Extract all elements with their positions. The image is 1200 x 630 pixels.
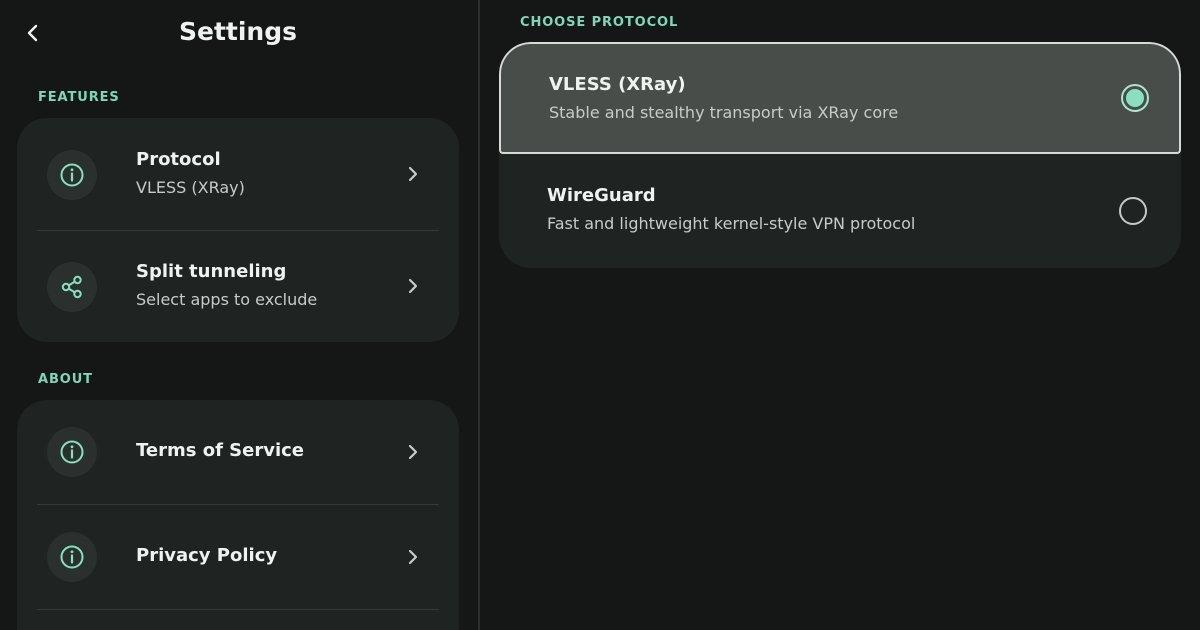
split-tunneling-subtitle: Select apps to exclude [136,290,318,309]
about-card: Terms of Service Privacy Policy [17,400,459,630]
privacy-policy-title: Privacy Policy [136,545,278,566]
terms-of-service-row[interactable]: Terms of Service [17,400,459,504]
chevron-right-icon [403,547,423,567]
privacy-policy-row[interactable]: Privacy Policy [17,505,459,609]
pane-divider [478,0,480,630]
protocol-subtitle: VLESS (XRay) [136,178,245,197]
option-title: WireGuard [547,185,656,206]
settings-pane: Settings FEATURES Protocol VLESS (XRay) [0,0,478,630]
chevron-right-icon [403,276,423,296]
about-section-label: ABOUT [38,372,93,387]
page-title: Settings [178,17,297,46]
row-divider [37,609,439,610]
radio-selected[interactable] [1121,84,1149,112]
protocol-options-card: VLESS (XRay) Stable and stealthy transpo… [499,42,1181,268]
split-tunneling-row[interactable]: Split tunneling Select apps to exclude [17,231,459,342]
features-card: Protocol VLESS (XRay) Split tunneling Se… [17,118,459,342]
protocol-row[interactable]: Protocol VLESS (XRay) [17,118,459,230]
terms-of-service-title: Terms of Service [136,440,305,461]
radio-dot [1126,89,1144,107]
split-tunneling-title: Split tunneling [136,261,287,282]
info-icon [47,532,97,582]
protocol-title: Protocol [136,149,221,170]
protocol-option-vless[interactable]: VLESS (XRay) Stable and stealthy transpo… [499,42,1181,154]
features-section-label: FEATURES [38,90,120,105]
option-subtitle: Stable and stealthy transport via XRay c… [549,103,899,122]
chevron-right-icon [403,442,423,462]
info-icon [47,150,97,200]
info-icon [47,427,97,477]
protocol-option-wireguard[interactable]: WireGuard Fast and lightweight kernel-st… [499,154,1181,268]
share-icon [47,262,97,312]
chevron-right-icon [403,164,423,184]
settings-screen: Settings FEATURES Protocol VLESS (XRay) [0,0,1200,630]
radio-unselected[interactable] [1119,197,1147,225]
option-title: VLESS (XRay) [549,74,686,95]
choose-protocol-label: CHOOSE PROTOCOL [520,15,679,30]
option-subtitle: Fast and lightweight kernel-style VPN pr… [547,214,916,233]
